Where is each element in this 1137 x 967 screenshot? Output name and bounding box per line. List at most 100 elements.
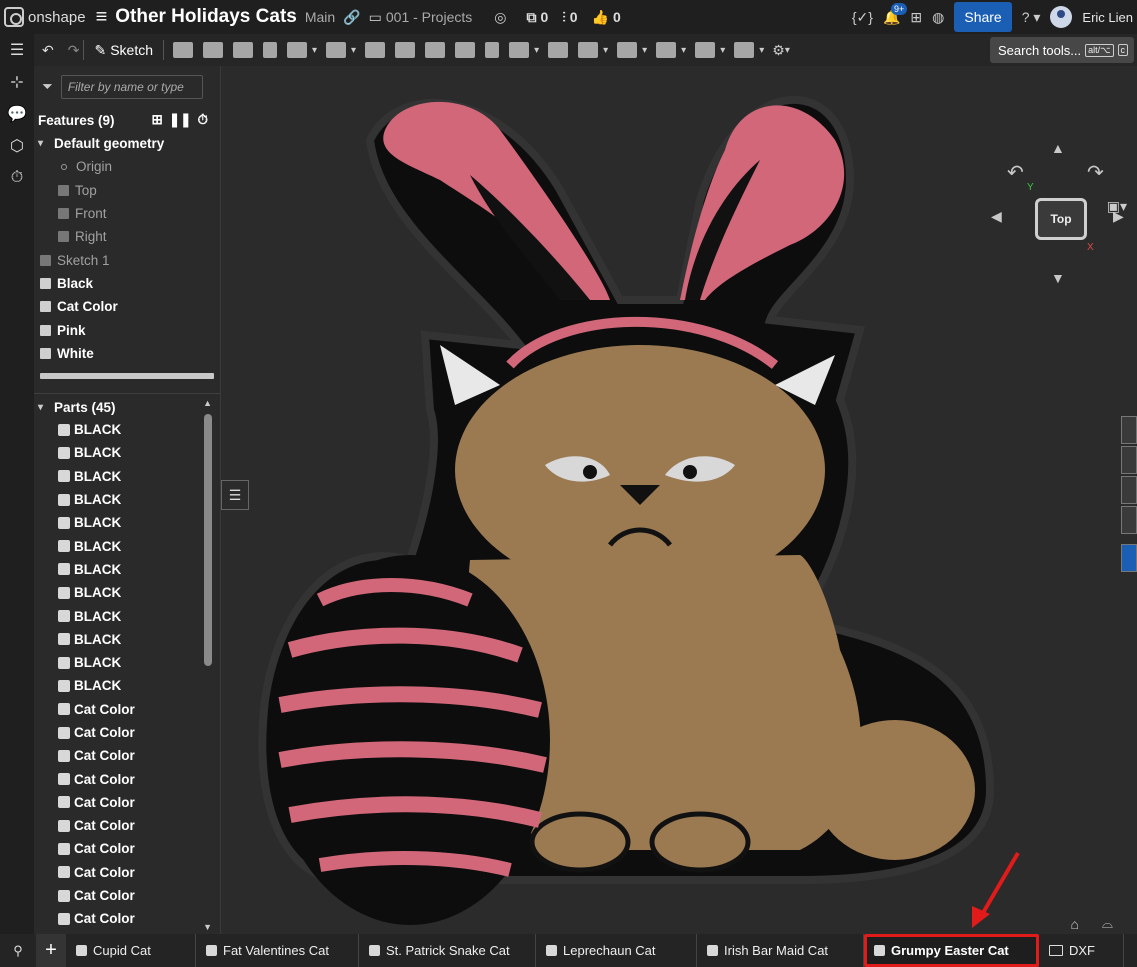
sweep-icon[interactable]	[233, 42, 254, 58]
chevron-down-icon[interactable]: ▾	[534, 45, 539, 56]
surface-icon[interactable]	[695, 42, 716, 58]
share-button[interactable]: Share	[954, 2, 1012, 32]
list-item[interactable]: BLACK	[34, 581, 204, 604]
list-item[interactable]: BLACK	[34, 604, 204, 627]
list-item[interactable]: BLACK	[34, 651, 204, 674]
list-item[interactable]: BLACK	[34, 558, 204, 581]
tab-dxf[interactable]: DXF	[1039, 934, 1124, 967]
arrow-left-icon[interactable]: ◀	[991, 208, 1002, 225]
sheet-metal-icon[interactable]	[734, 42, 755, 58]
chevron-down-icon[interactable]: ▾	[642, 45, 647, 56]
tab-irish-bar-maid-cat[interactable]: Irish Bar Maid Cat	[697, 934, 864, 967]
tree-item-top[interactable]: Top	[34, 179, 220, 202]
list-item[interactable]: Cat Color	[34, 744, 204, 767]
list-item[interactable]: Cat Color	[34, 837, 204, 860]
hole-icon[interactable]	[455, 42, 476, 58]
mate-tool[interactable]	[1121, 506, 1137, 534]
arrow-up-icon[interactable]: ▲	[1051, 140, 1065, 156]
rollback-bar[interactable]	[40, 372, 214, 379]
user-name[interactable]: Eric Lien	[1082, 10, 1133, 25]
list-item[interactable]: BLACK	[34, 534, 204, 557]
feature-list-icon[interactable]: ☰	[0, 34, 34, 66]
tab-grumpy-easter-cat[interactable]: Grumpy Easter Cat	[864, 934, 1039, 967]
cylinder-icon[interactable]	[485, 42, 500, 58]
branch-label[interactable]: Main	[305, 9, 335, 25]
tab-fat-valentines-cat[interactable]: Fat Valentines Cat	[196, 934, 359, 967]
search-tools-input[interactable]: Search tools... alt/⌥ c	[990, 37, 1134, 63]
menu-icon[interactable]: ≡	[96, 6, 108, 29]
link-icon[interactable]: 🔗	[343, 9, 360, 26]
config-tool[interactable]	[1121, 544, 1137, 572]
list-item[interactable]: Cat Color	[34, 884, 204, 907]
variables-icon[interactable]: {✓}	[852, 9, 873, 26]
redo-icon[interactable]: ↷	[68, 42, 80, 59]
chevron-down-icon[interactable]: ▾	[681, 45, 686, 56]
chevron-down-icon[interactable]: ▾	[785, 45, 790, 56]
parts-icon[interactable]: ⬡	[0, 130, 34, 162]
list-item[interactable]: BLACK	[34, 441, 204, 464]
list-item[interactable]: Cat Color	[34, 861, 204, 884]
section-tool[interactable]	[1121, 446, 1137, 474]
chevron-down-icon[interactable]: ▾	[720, 45, 725, 56]
tree-item-sketch[interactable]: Sketch 1	[34, 248, 220, 271]
settings-icon[interactable]: ⚙	[772, 42, 785, 59]
extrude-icon[interactable]	[173, 42, 194, 58]
document-title[interactable]: Other Holidays Cats	[115, 6, 297, 28]
shell-icon[interactable]	[425, 42, 446, 58]
list-item[interactable]: BLACK	[34, 628, 204, 651]
pattern-icon[interactable]	[509, 42, 530, 58]
list-item[interactable]: Cat Color	[34, 698, 204, 721]
folder-path[interactable]: 001 - Projects	[386, 9, 472, 25]
scroll-up-icon[interactable]: ▲	[203, 398, 212, 408]
divider[interactable]	[34, 393, 221, 394]
notifications-icon[interactable]: 🔔 9+	[883, 2, 908, 26]
tree-item-origin[interactable]: Origin	[34, 155, 220, 178]
app-store-icon[interactable]: ⊞	[910, 9, 922, 26]
revolve-icon[interactable]	[203, 42, 224, 58]
list-item[interactable]: BLACK	[34, 511, 204, 534]
tree-item-pink[interactable]: Pink	[34, 318, 220, 341]
avatar[interactable]	[1050, 6, 1073, 28]
scrollbar[interactable]	[204, 414, 212, 666]
add-folder-icon[interactable]: ⊞	[152, 112, 163, 128]
likes-count[interactable]: 👍 0	[592, 9, 621, 26]
history-icon[interactable]: ⏱	[0, 162, 34, 194]
comments-icon[interactable]: 💬	[0, 98, 34, 130]
draft-icon[interactable]	[395, 42, 416, 58]
onshape-logo[interactable]: onshape	[4, 7, 86, 27]
graphics-viewport[interactable]: ↶ ▲ ↷ ◀ ▶ ▼ Y X Top ▣▾ ⌂ ⌓	[221, 66, 1137, 934]
list-item[interactable]: Cat Color	[34, 721, 204, 744]
filter-icon[interactable]: ⏷	[42, 79, 53, 95]
insert-feature-icon[interactable]: ⊹	[0, 66, 34, 98]
thicken-icon[interactable]	[287, 42, 308, 58]
view-cube-top-face[interactable]: Top	[1035, 198, 1087, 240]
zoom-icon[interactable]: ⌓	[1102, 915, 1113, 932]
list-item[interactable]: BLACK	[34, 488, 204, 511]
view-options-icon[interactable]: ▣▾	[1107, 198, 1127, 215]
tab-st-patrick-snake-cat[interactable]: St. Patrick Snake Cat	[359, 934, 536, 967]
rotate-right-icon[interactable]: ↷	[1087, 160, 1104, 185]
tree-item-white[interactable]: White	[34, 342, 220, 365]
timer-icon[interactable]: ⏱	[197, 112, 208, 128]
scroll-down-icon[interactable]: ▼	[203, 922, 212, 932]
tab-cupid-cat[interactable]: Cupid Cat	[66, 934, 196, 967]
undo-icon[interactable]: ↶	[42, 42, 54, 59]
display-icon[interactable]: ⌂	[1071, 916, 1079, 932]
tree-item-cat-color[interactable]: Cat Color	[34, 295, 220, 318]
list-item[interactable]: Cat Color	[34, 791, 204, 814]
mirror-icon[interactable]	[548, 42, 569, 58]
chevron-down-icon[interactable]: ▾	[38, 402, 48, 413]
filter-input[interactable]	[60, 75, 203, 99]
chevron-down-icon[interactable]: ▾	[759, 45, 764, 56]
list-item[interactable]: BLACK	[34, 418, 204, 441]
list-item[interactable]: BLACK	[34, 465, 204, 488]
boolean-icon[interactable]	[578, 42, 599, 58]
links-count[interactable]: ⫶ 0	[562, 9, 577, 26]
learning-icon[interactable]: ◍	[932, 9, 944, 26]
list-item[interactable]: Cat Color	[34, 767, 204, 790]
tab-leprechaun-cat[interactable]: Leprechaun Cat	[536, 934, 697, 967]
chevron-down-icon[interactable]: ▾	[351, 45, 356, 56]
fillet-icon[interactable]	[326, 42, 347, 58]
list-item[interactable]: Cat Color	[34, 814, 204, 837]
tree-item-black[interactable]: Black	[34, 272, 220, 295]
